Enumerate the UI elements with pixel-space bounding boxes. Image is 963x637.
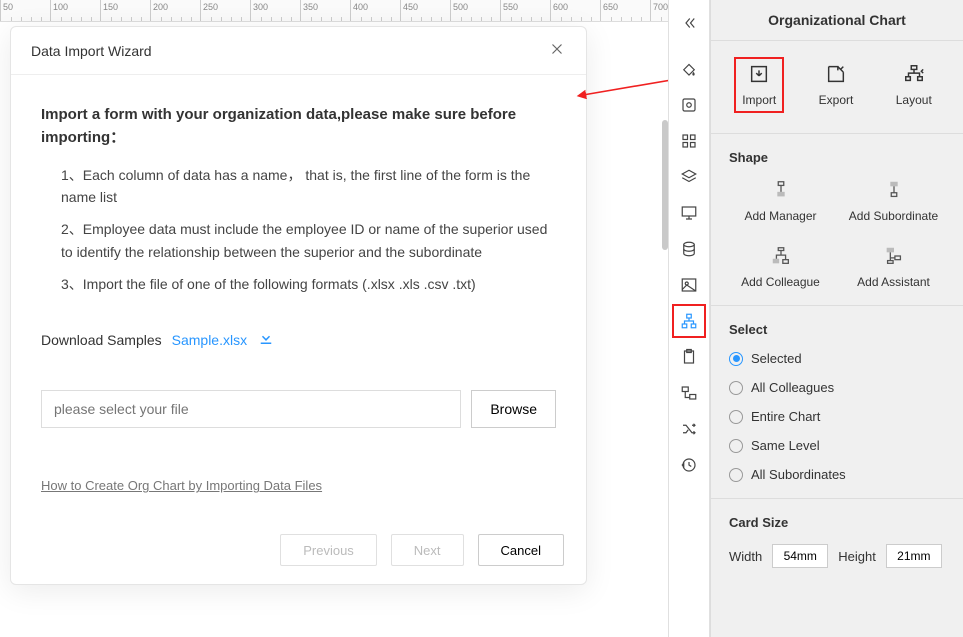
select-option-label: Selected: [751, 351, 802, 366]
select-option-label: Entire Chart: [751, 409, 820, 424]
shape-label: Add Manager: [744, 209, 816, 223]
width-label: Width: [729, 549, 762, 564]
close-icon[interactable]: [548, 40, 566, 61]
presentation-icon[interactable]: [672, 196, 706, 230]
height-label: Height: [838, 549, 876, 564]
radio-icon: [729, 352, 743, 366]
intro-text: Import a form with your organization dat…: [41, 103, 556, 150]
export-button[interactable]: Export: [811, 57, 862, 113]
download-icon[interactable]: [257, 329, 275, 350]
select-heading: Select: [729, 322, 945, 337]
arrange-icon[interactable]: [672, 376, 706, 410]
browse-button[interactable]: Browse: [471, 390, 556, 428]
shape-label: Add Assistant: [857, 275, 930, 289]
howto-link[interactable]: How to Create Org Chart by Importing Dat…: [41, 478, 556, 493]
layout-label: Layout: [896, 93, 932, 107]
ruler-horizontal: 5010015020025030035040045050055060065070…: [0, 0, 668, 22]
export-label: Export: [819, 93, 854, 107]
org-chart-icon[interactable]: [672, 304, 706, 338]
radio-icon: [729, 410, 743, 424]
tool-strip: [668, 0, 710, 637]
previous-button: Previous: [280, 534, 377, 566]
layout-button[interactable]: Layout: [888, 57, 940, 113]
right-panel: Organizational Chart Import Export Layou…: [710, 0, 963, 637]
add-assistant-button[interactable]: Add Assistant: [842, 245, 945, 289]
modal-title: Data Import Wizard: [31, 43, 152, 59]
select-options: Selected All Colleagues Entire Chart Same L…: [729, 351, 945, 482]
add-manager-button[interactable]: Add Manager: [729, 179, 832, 223]
collapse-icon[interactable]: [672, 6, 706, 40]
grid-icon[interactable]: [672, 124, 706, 158]
file-path-input[interactable]: [41, 390, 461, 428]
rules-list: 1、Each column of data has a name， that i…: [41, 164, 556, 296]
import-label: Import: [742, 93, 776, 107]
select-option[interactable]: All Colleagues: [729, 380, 945, 395]
sample-link[interactable]: Sample.xlsx: [172, 332, 247, 348]
select-option[interactable]: All Subordinates: [729, 467, 945, 482]
shuffle-icon[interactable]: [672, 412, 706, 446]
select-option-label: Same Level: [751, 438, 820, 453]
cancel-button[interactable]: Cancel: [478, 534, 564, 566]
rule-item: 2、Employee data must include the employe…: [61, 218, 556, 263]
fill-icon[interactable]: [672, 52, 706, 86]
radio-icon: [729, 468, 743, 482]
select-option-label: All Colleagues: [751, 380, 834, 395]
rule-item: 3、Import the file of one of the followin…: [61, 273, 556, 295]
shape-heading: Shape: [729, 150, 945, 165]
clipboard-icon[interactable]: [672, 340, 706, 374]
shape-label: Add Colleague: [741, 275, 820, 289]
height-input[interactable]: [886, 544, 942, 568]
select-option[interactable]: Entire Chart: [729, 409, 945, 424]
rule-item: 1、Each column of data has a name， that i…: [61, 164, 556, 209]
select-option-label: All Subordinates: [751, 467, 846, 482]
card-size-heading: Card Size: [729, 515, 945, 530]
add-colleague-button[interactable]: Add Colleague: [729, 245, 832, 289]
select-option[interactable]: Selected: [729, 351, 945, 366]
database-icon[interactable]: [672, 232, 706, 266]
shape-label: Add Subordinate: [849, 209, 938, 223]
import-wizard-modal: Data Import Wizard Import a form with yo…: [10, 26, 587, 585]
radio-icon: [729, 439, 743, 453]
download-label: Download Samples: [41, 332, 162, 348]
width-input[interactable]: [772, 544, 828, 568]
panel-title: Organizational Chart: [711, 0, 963, 41]
add-subordinate-button[interactable]: Add Subordinate: [842, 179, 945, 223]
layers-icon[interactable]: [672, 160, 706, 194]
radio-icon: [729, 381, 743, 395]
scrollbar-thumb[interactable]: [662, 120, 668, 250]
import-button[interactable]: Import: [734, 57, 784, 113]
shape-grid: Add Manager Add Subordinate Add Colleagu…: [729, 179, 945, 289]
image-icon[interactable]: [672, 268, 706, 302]
settings-icon[interactable]: [672, 88, 706, 122]
select-option[interactable]: Same Level: [729, 438, 945, 453]
history-icon[interactable]: [672, 448, 706, 482]
next-button: Next: [391, 534, 464, 566]
